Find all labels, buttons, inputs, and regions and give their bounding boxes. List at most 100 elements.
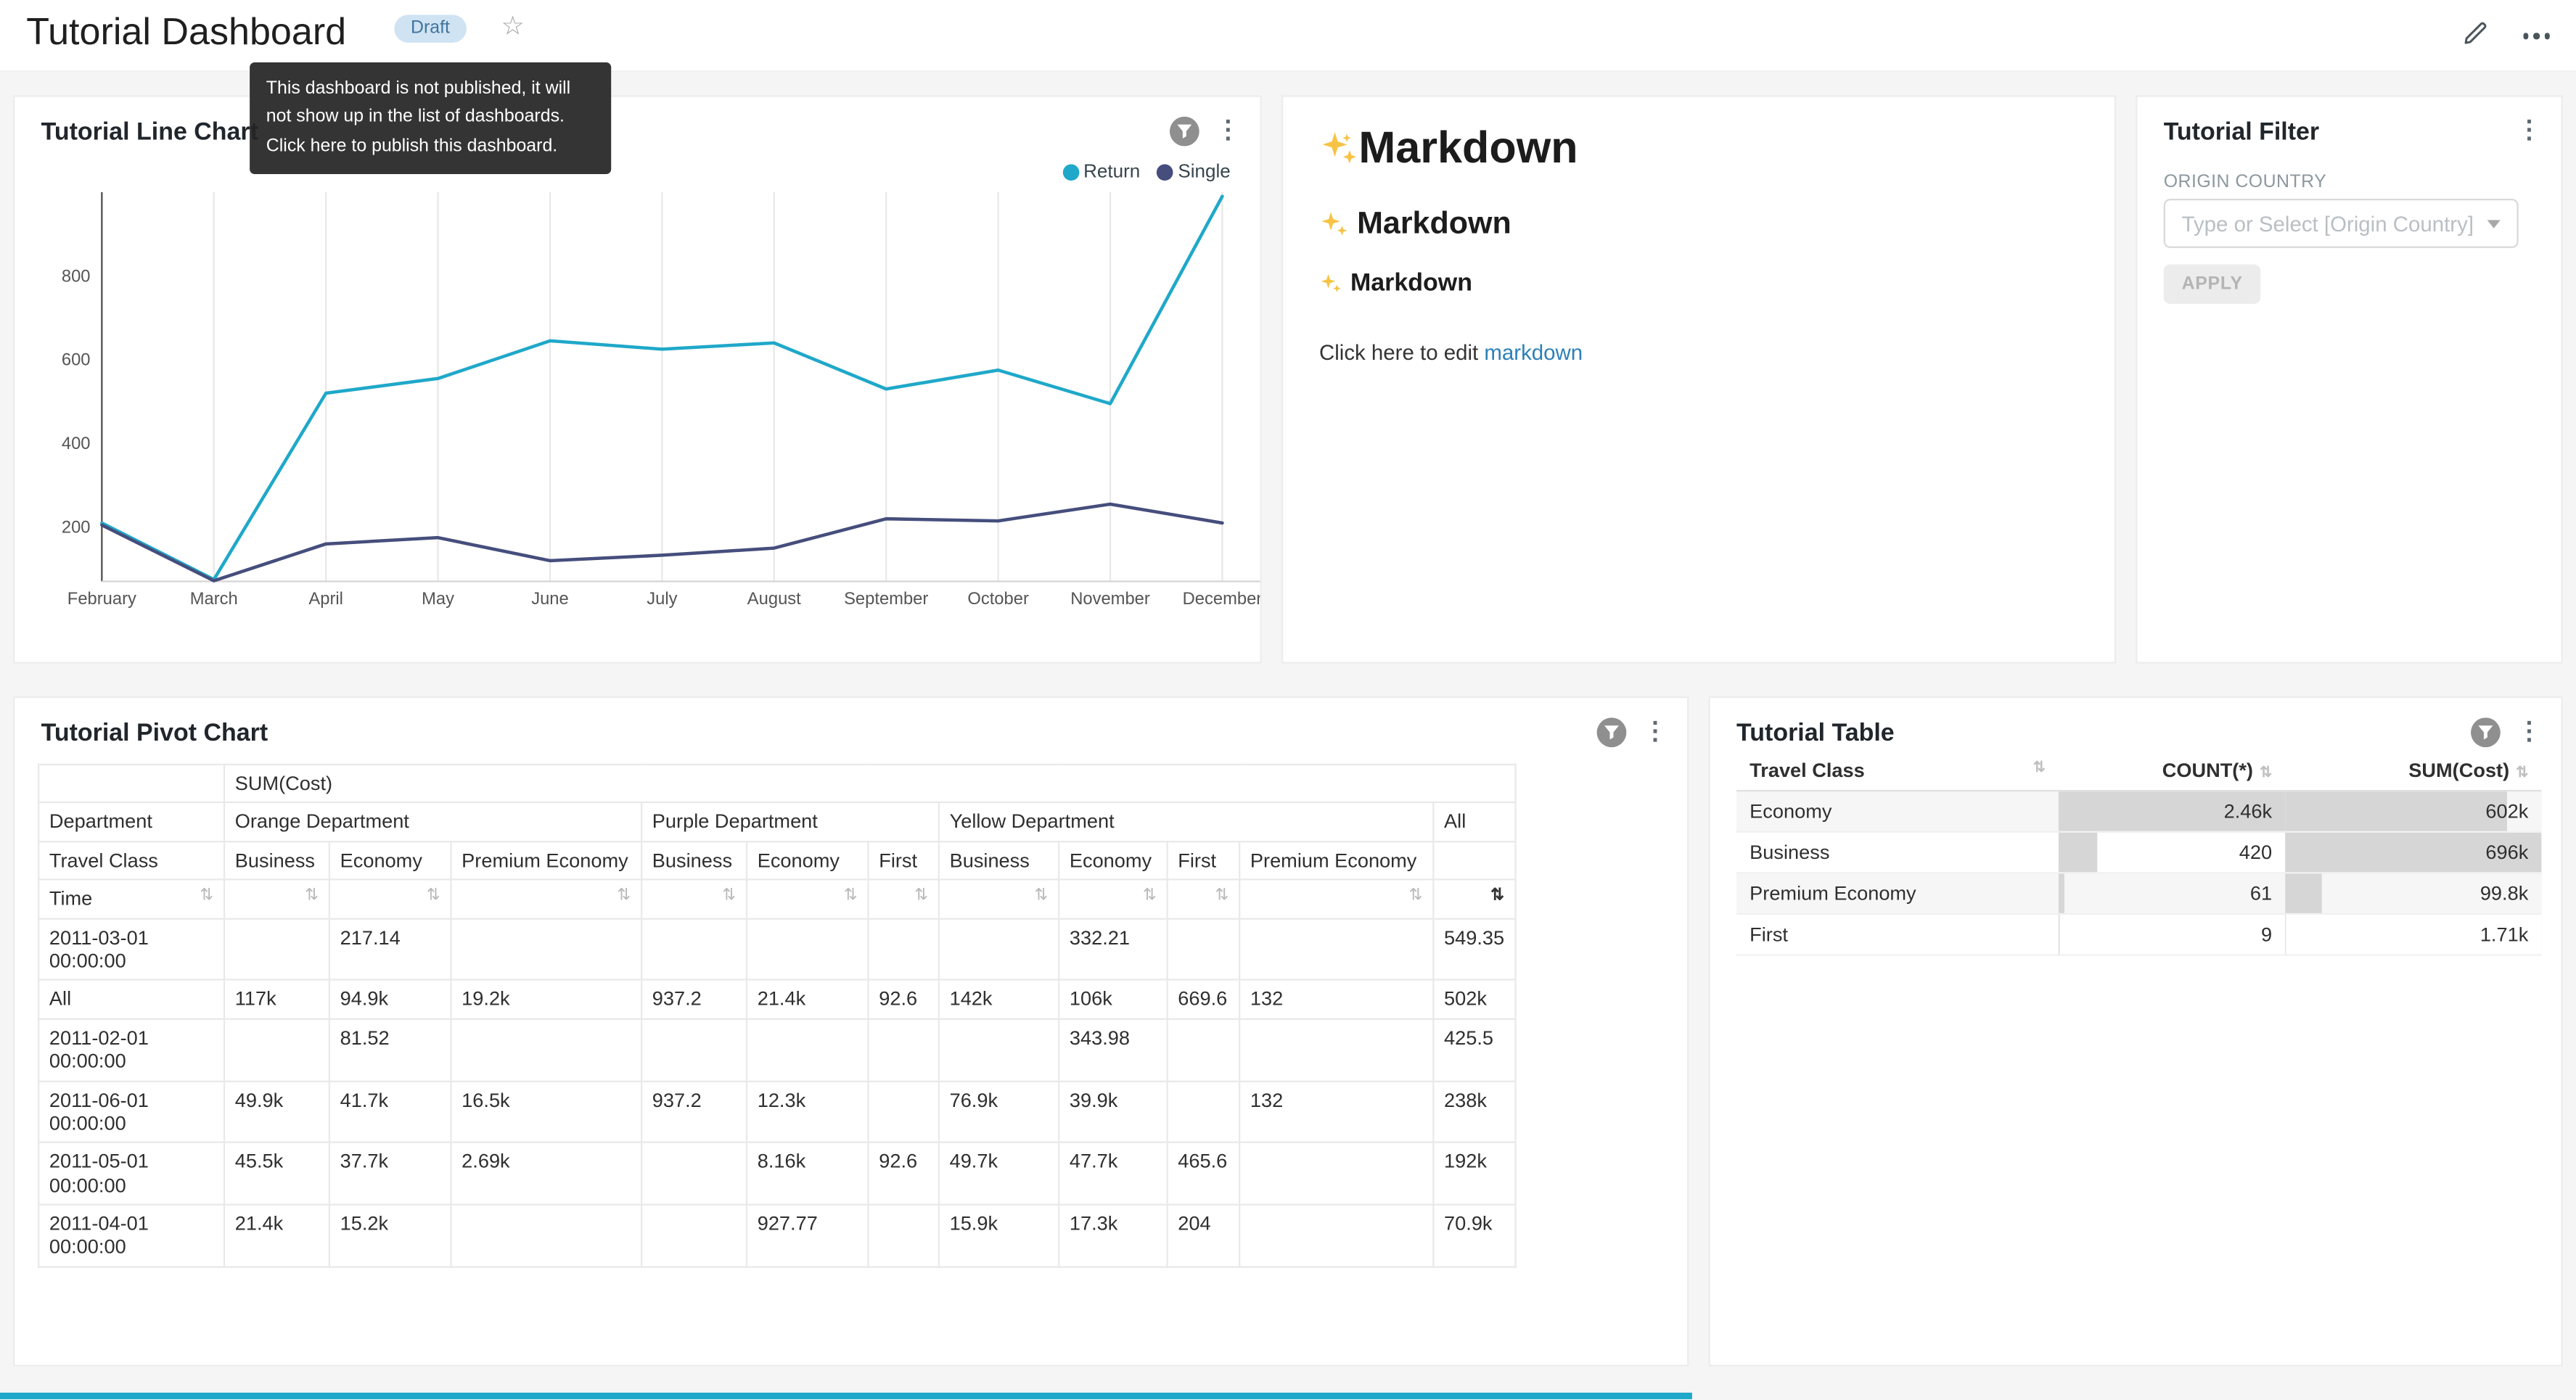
markdown-edit-link[interactable]: markdown [1484, 340, 1583, 365]
table-header-label: SUM(Cost) [2408, 759, 2509, 782]
sort-icon[interactable]: ⇅ [844, 887, 858, 907]
pivot-sort-cell: ⇅ [1433, 880, 1515, 918]
sort-icon[interactable]: ⇅ [722, 887, 736, 907]
pivot-subcol-header: Business [224, 841, 329, 880]
table-header-travel-class[interactable]: Travel Class ⇅ [1736, 751, 2059, 791]
sort-icon[interactable]: ⇅ [1215, 887, 1228, 907]
pivot-value-cell: 92.6 [869, 1142, 939, 1205]
filter-badge-icon[interactable] [1597, 717, 1627, 747]
pivot-row-label: 2011-03-01 00:00:00 [38, 918, 224, 981]
cell-travel-class: Business [1736, 832, 2059, 873]
pivot-value-cell: 132 [1239, 980, 1433, 1018]
pivot-value-cell: 192k [1433, 1142, 1515, 1205]
pivot-value-cell: 204 [1168, 1205, 1240, 1267]
sort-icon[interactable]: ⇅ [2033, 759, 2046, 777]
sort-icon[interactable]: ⇅ [427, 887, 440, 907]
origin-country-select[interactable]: Type or Select [Origin Country] [2164, 199, 2519, 248]
sort-icon[interactable]: ⇅ [2516, 764, 2528, 781]
pivot-sort-cell: ⇅ [939, 880, 1059, 918]
pivot-value-cell: 17.3k [1059, 1205, 1167, 1267]
pivot-value-cell: 16.5k [451, 1081, 641, 1143]
pencil-icon[interactable] [2462, 18, 2490, 54]
pivot-sort-cell: ⇅ [1168, 880, 1240, 918]
pivot-title: Tutorial Pivot Chart [41, 720, 268, 747]
pivot-sort-cell: ⇅ [451, 880, 641, 918]
sort-icon[interactable]: ⇅ [914, 887, 928, 907]
kebab-menu-icon[interactable]: ⋮ [2516, 117, 2541, 147]
sort-icon[interactable]: ⇅ [1143, 887, 1157, 907]
table-header-count[interactable]: COUNT(*)⇅ [2059, 751, 2285, 791]
table-header-sum-cost[interactable]: SUM(Cost) ⇅ [2285, 751, 2541, 791]
sparkles-icon [1319, 210, 1357, 240]
svg-text:September: September [844, 589, 928, 609]
pivot-value-cell [641, 918, 747, 981]
pivot-value-cell: 106k [1059, 980, 1167, 1018]
sort-icon[interactable]: ⇅ [305, 887, 319, 907]
table-row[interactable]: Economy2.46k602k [1736, 791, 2541, 832]
caret-down-icon [2487, 219, 2501, 227]
pivot-group-header: All [1433, 803, 1515, 841]
line-chart-plot[interactable]: FebruaryMarchAprilMayJuneJulyAugustSepte… [15, 179, 1261, 631]
kebab-menu-icon[interactable]: ⋮ [1215, 117, 1240, 147]
publish-tooltip[interactable]: This dashboard is not published, it will… [250, 62, 611, 174]
sort-icon[interactable]: ⇅ [1490, 887, 1504, 907]
pivot-value-cell: 21.4k [224, 1205, 329, 1267]
star-icon[interactable]: ☆ [501, 10, 525, 43]
svg-text:December: December [1183, 589, 1262, 609]
table-row[interactable]: Premium Economy6199.8k [1736, 873, 2541, 914]
pivot-subcol-header: Economy [1059, 841, 1167, 880]
sort-icon[interactable]: ⇅ [2260, 764, 2272, 781]
table-title: Tutorial Table [1736, 720, 1895, 747]
pivot-value-cell: 49.9k [224, 1081, 329, 1143]
pivot-value-cell [939, 918, 1059, 981]
filter-badge-icon[interactable] [1170, 117, 1199, 147]
pivot-row-axis-text: Time [49, 887, 92, 910]
pivot-value-cell: 217.14 [329, 918, 451, 981]
pivot-value-cell [1239, 1018, 1433, 1081]
svg-text:November: November [1070, 589, 1150, 609]
pivot-value-cell: 76.9k [939, 1081, 1059, 1143]
pivot-value-cell: 94.9k [329, 980, 451, 1018]
line-chart-svg: FebruaryMarchAprilMayJuneJulyAugustSepte… [15, 179, 1261, 631]
filter-card: Tutorial Filter ⋮ ORIGIN COUNTRY Type or… [2136, 95, 2563, 663]
sort-icon[interactable]: ⇅ [200, 887, 213, 907]
cell-travel-class: Premium Economy [1736, 873, 2059, 914]
pivot-value-cell: 117k [224, 980, 329, 1018]
sort-icon[interactable]: ⇅ [617, 887, 631, 907]
dashboard-title: Tutorial Dashboard [26, 10, 346, 54]
pivot-row-label: 2011-04-01 00:00:00 [38, 1205, 224, 1267]
markdown-h1-text: Markdown [1358, 123, 1578, 174]
draft-status-badge[interactable]: Draft [394, 15, 466, 42]
filter-header-icons: ⋮ [2516, 117, 2541, 147]
sort-icon[interactable]: ⇅ [1409, 887, 1423, 907]
pivot-value-cell: 132 [1239, 1081, 1433, 1143]
table-header-label: Travel Class [1750, 759, 1865, 782]
table-header-icons: ⋮ [2471, 717, 2541, 747]
apply-filter-button[interactable]: APPLY [2164, 265, 2261, 304]
row-resize-indicator[interactable] [0, 1393, 1692, 1399]
pivot-subcol-header: First [1168, 841, 1240, 880]
filter-badge-icon[interactable] [2471, 717, 2501, 747]
pivot-value-cell: 92.6 [869, 980, 939, 1018]
sparkles-icon [1319, 129, 1358, 168]
cell-count: 9 [2059, 914, 2285, 955]
sort-icon[interactable]: ⇅ [1034, 887, 1048, 907]
svg-text:February: February [67, 589, 136, 609]
pivot-value-cell: 343.98 [1059, 1018, 1167, 1081]
pivot-value-cell [641, 1018, 747, 1081]
cell-sum-cost: 602k [2285, 791, 2541, 832]
pivot-value-cell: 238k [1433, 1081, 1515, 1143]
kebab-menu-icon[interactable]: ⋮ [1643, 717, 1668, 747]
filter-title: Tutorial Filter [2164, 118, 2319, 146]
table-row[interactable]: First91.71k [1736, 914, 2541, 955]
pivot-group-header: Orange Department [224, 803, 641, 841]
kebab-menu-icon[interactable]: ⋮ [2516, 717, 2541, 747]
pivot-value-cell: 37.7k [329, 1142, 451, 1205]
ellipsis-icon[interactable] [2522, 22, 2549, 50]
pivot-value-cell [451, 1018, 641, 1081]
pivot-value-cell: 81.52 [329, 1018, 451, 1081]
svg-text:May: May [422, 589, 454, 609]
pivot-value-cell [1239, 1205, 1433, 1267]
pivot-row-label: 2011-05-01 00:00:00 [38, 1142, 224, 1205]
table-row[interactable]: Business420696k [1736, 832, 2541, 873]
